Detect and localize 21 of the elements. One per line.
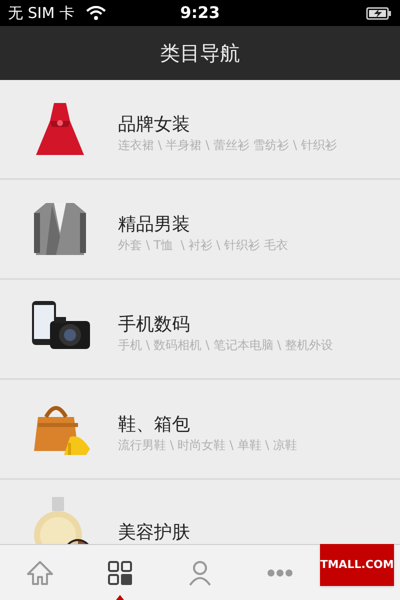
category-title: 美容护肤	[118, 521, 190, 544]
user-icon	[188, 560, 212, 586]
wifi-icon	[86, 6, 106, 20]
selected-marker-icon	[116, 595, 124, 600]
carrier-text: 无 SIM 卡	[8, 2, 74, 24]
category-title: 手机数码	[118, 313, 191, 337]
category-title: 精品男装	[118, 213, 191, 237]
category-subtitle: 外套 \ T恤 \ 衬衫 \ 针织衫 毛衣	[118, 237, 288, 253]
more-icon	[267, 568, 293, 576]
grid-icon	[108, 560, 132, 584]
category-subtitle: 流行男鞋 \ 时尚女鞋 \ 单鞋 \ 凉鞋	[118, 437, 298, 453]
battery-charging-icon	[366, 6, 392, 20]
tmall-badge[interactable]: TMALL.COM	[320, 544, 394, 586]
clock-text: 9:23	[180, 2, 220, 24]
header-title: 类目导航	[160, 40, 240, 67]
category-title: 鞋、箱包	[118, 413, 191, 437]
category-subtitle: 连衣裙 \ 半身裙 \ 蕾丝衫 雪纺衫 \ 针织衫	[118, 137, 337, 153]
badge-text: TMALL.COM	[320, 556, 394, 573]
category-title: 品牌女装	[118, 113, 191, 137]
category-subtitle: 手机 \ 数码相机 \ 笔记本电脑 \ 整机外设	[118, 337, 334, 353]
home-icon	[26, 560, 54, 586]
